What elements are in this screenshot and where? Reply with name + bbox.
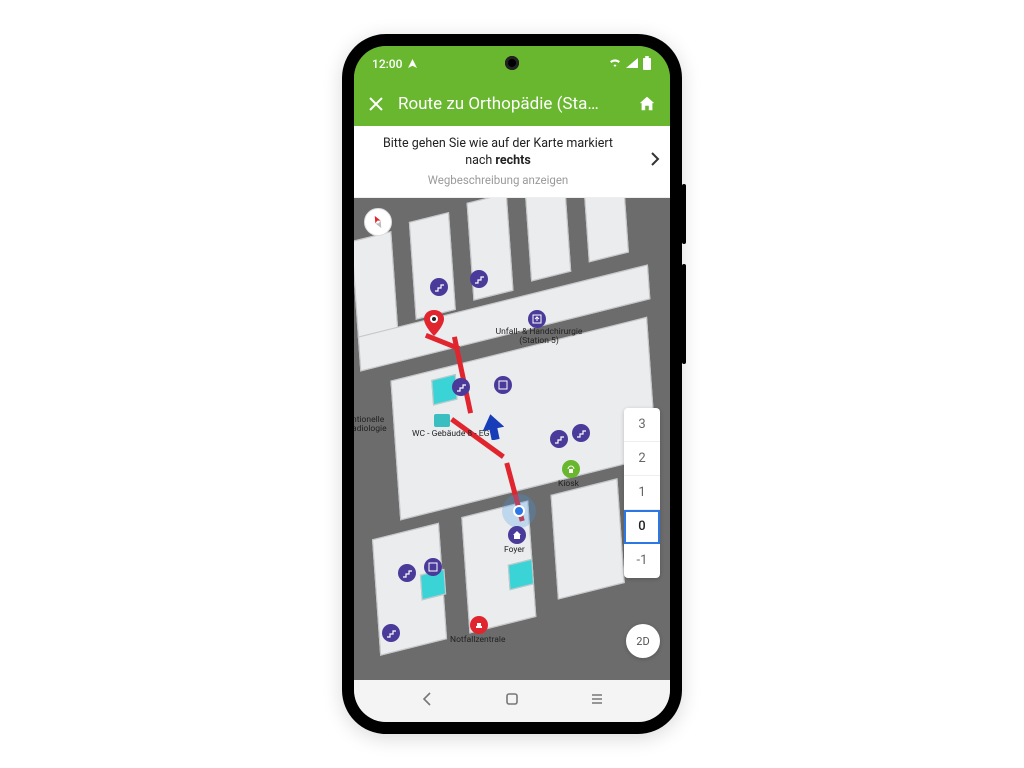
system-nav-bar	[354, 680, 670, 722]
floor-button-minus1[interactable]: -1	[624, 544, 660, 578]
front-camera	[505, 56, 519, 70]
clock: 12:00	[372, 57, 402, 71]
close-icon[interactable]	[368, 96, 384, 112]
instruction-main-text: Bitte gehen Sie wie auf der Karte markie…	[370, 136, 626, 170]
chevron-right-icon[interactable]	[650, 151, 660, 171]
recent-icon[interactable]	[588, 690, 606, 712]
phone-frame: 12:00 Route zu Ort	[342, 34, 682, 734]
user-location-icon	[502, 494, 536, 528]
direction-arrow-icon	[482, 414, 504, 444]
instruction-subtext: Wegbeschreibung anzeigen	[370, 173, 626, 187]
home-outline-icon[interactable]	[503, 690, 521, 712]
signal-icon	[626, 57, 638, 71]
map-canvas: Unfall- & Handchirurgie(Station 5) ntion…	[354, 198, 670, 680]
page-title: Route zu Orthopädie (Sta…	[398, 94, 624, 114]
map-viewport[interactable]: Unfall- & Handchirurgie(Station 5) ntion…	[354, 198, 670, 680]
wifi-icon	[608, 57, 622, 71]
floor-selector: 3 2 1 0 -1	[624, 408, 660, 578]
floor-button-3[interactable]: 3	[624, 408, 660, 442]
floor-button-1[interactable]: 1	[624, 476, 660, 510]
destination-pin-icon	[424, 310, 440, 326]
home-icon[interactable]	[638, 95, 656, 113]
instruction-card[interactable]: Bitte gehen Sie wie auf der Karte markie…	[354, 126, 670, 198]
view-2d-button[interactable]: 2D	[626, 624, 660, 658]
poi-wc-icon	[434, 414, 450, 427]
compass-icon[interactable]	[364, 208, 392, 236]
screen: 12:00 Route zu Ort	[354, 46, 670, 722]
floor-button-0[interactable]: 0	[624, 510, 660, 544]
battery-icon	[642, 56, 652, 73]
app-bar: Route zu Orthopädie (Sta…	[354, 82, 670, 126]
nav-active-icon	[408, 57, 417, 71]
floor-button-2[interactable]: 2	[624, 442, 660, 476]
back-icon[interactable]	[418, 690, 436, 712]
